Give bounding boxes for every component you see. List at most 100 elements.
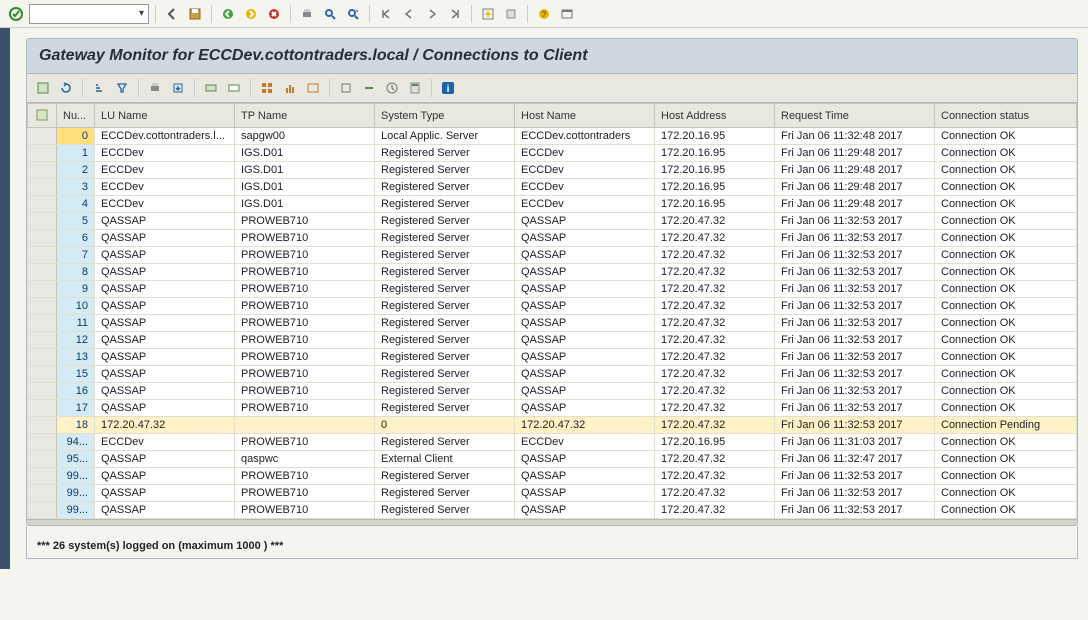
graphic-icon[interactable] [280, 78, 300, 98]
prev-page-icon[interactable] [399, 4, 419, 24]
find-next-icon[interactable] [343, 4, 363, 24]
cell-connection-status: Connection OK [935, 196, 1077, 213]
col-lu-name[interactable]: LU Name [95, 104, 235, 128]
table-row[interactable]: 7QASSAPPROWEB710Registered ServerQASSAP1… [28, 247, 1077, 264]
row-selector[interactable] [28, 196, 57, 213]
col-number[interactable]: Nu... [57, 104, 95, 128]
cell-lu-name: QASSAP [95, 230, 235, 247]
table-row[interactable]: 99...QASSAPPROWEB710Registered ServerQAS… [28, 468, 1077, 485]
filter-icon[interactable] [112, 78, 132, 98]
back-icon[interactable] [162, 4, 182, 24]
table-row[interactable]: 10QASSAPPROWEB710Registered ServerQASSAP… [28, 298, 1077, 315]
row-selector[interactable] [28, 315, 57, 332]
row-selector[interactable] [28, 213, 57, 230]
table-row[interactable]: 99...QASSAPPROWEB710Registered ServerQAS… [28, 485, 1077, 502]
col-host-address[interactable]: Host Address [655, 104, 775, 128]
export-icon[interactable] [168, 78, 188, 98]
row-selector[interactable] [28, 502, 57, 519]
table-row[interactable]: 9QASSAPPROWEB710Registered ServerQASSAP1… [28, 281, 1077, 298]
cell-lu-name: QASSAP [95, 502, 235, 519]
col-system-type[interactable]: System Type [375, 104, 515, 128]
create-shortcut-icon[interactable] [501, 4, 521, 24]
row-selector[interactable] [28, 281, 57, 298]
row-selector[interactable] [28, 366, 57, 383]
row-selector[interactable] [28, 247, 57, 264]
table-row[interactable]: 6QASSAPPROWEB710Registered ServerQASSAP1… [28, 230, 1077, 247]
table-row[interactable]: 1ECCDevIGS.D01Registered ServerECCDev172… [28, 145, 1077, 162]
info-icon[interactable]: i [438, 78, 458, 98]
table-row[interactable]: 5QASSAPPROWEB710Registered ServerQASSAP1… [28, 213, 1077, 230]
row-selector[interactable] [28, 349, 57, 366]
table-row[interactable]: 0ECCDev.cottontraders.l...sapgw00Local A… [28, 128, 1077, 145]
back-green-icon[interactable] [218, 4, 238, 24]
cancel-icon[interactable] [264, 4, 284, 24]
enter-icon[interactable] [6, 4, 26, 24]
toolbar-separator [82, 79, 83, 97]
row-selector[interactable] [28, 162, 57, 179]
col-connection-status[interactable]: Connection status [935, 104, 1077, 128]
table-row[interactable]: 8QASSAPPROWEB710Registered ServerQASSAP1… [28, 264, 1077, 281]
row-selector[interactable] [28, 298, 57, 315]
table-row[interactable]: 12QASSAPPROWEB710Registered ServerQASSAP… [28, 332, 1077, 349]
col-tp-name[interactable]: TP Name [235, 104, 375, 128]
row-selector[interactable] [28, 128, 57, 145]
table-row[interactable]: 2ECCDevIGS.D01Registered ServerECCDev172… [28, 162, 1077, 179]
last-page-icon[interactable] [445, 4, 465, 24]
cell-request-time: Fri Jan 06 11:32:53 2017 [775, 230, 935, 247]
find-icon[interactable] [320, 4, 340, 24]
row-selector[interactable] [28, 400, 57, 417]
layout-icon[interactable] [557, 4, 577, 24]
next-page-icon[interactable] [422, 4, 442, 24]
exit-icon[interactable] [241, 4, 261, 24]
table-row[interactable]: 18172.20.47.320172.20.47.32172.20.47.32F… [28, 417, 1077, 434]
print-icon[interactable] [297, 4, 317, 24]
table-row[interactable]: 4ECCDevIGS.D01Registered ServerECCDev172… [28, 196, 1077, 213]
cell-host-name: QASSAP [515, 451, 655, 468]
row-selector[interactable] [28, 145, 57, 162]
grid-view-icon[interactable] [257, 78, 277, 98]
row-selector[interactable] [28, 485, 57, 502]
help-icon[interactable]: ? [534, 4, 554, 24]
table-row[interactable]: 13QASSAPPROWEB710Registered ServerQASSAP… [28, 349, 1077, 366]
details-icon[interactable] [33, 78, 53, 98]
col-host-name[interactable]: Host Name [515, 104, 655, 128]
new-session-icon[interactable] [478, 4, 498, 24]
save-layout-icon[interactable] [224, 78, 244, 98]
row-selector[interactable] [28, 434, 57, 451]
transaction-code-input[interactable]: ▾ [29, 4, 149, 24]
table-row[interactable]: 17QASSAPPROWEB710Registered ServerQASSAP… [28, 400, 1077, 417]
first-page-icon[interactable] [376, 4, 396, 24]
calculator-icon[interactable] [405, 78, 425, 98]
table-row[interactable]: 95...QASSAPqaspwcExternal ClientQASSAP17… [28, 451, 1077, 468]
row-selector[interactable] [28, 264, 57, 281]
cell-request-time: Fri Jan 06 11:32:53 2017 [775, 383, 935, 400]
row-selector[interactable] [28, 383, 57, 400]
sort-asc-icon[interactable] [89, 78, 109, 98]
abc-analysis-icon[interactable] [303, 78, 323, 98]
table-row[interactable]: 16QASSAPPROWEB710Registered ServerQASSAP… [28, 383, 1077, 400]
row-selector[interactable] [28, 230, 57, 247]
selection-icon[interactable] [336, 78, 356, 98]
row-selector[interactable] [28, 332, 57, 349]
select-all-corner[interactable] [28, 104, 57, 128]
cell-number: 10 [57, 298, 95, 315]
cell-connection-status: Connection Pending [935, 417, 1077, 434]
table-row[interactable]: 11QASSAPPROWEB710Registered ServerQASSAP… [28, 315, 1077, 332]
connections-table[interactable]: Nu... LU Name TP Name System Type Host N… [27, 103, 1077, 519]
delete-row-icon[interactable] [359, 78, 379, 98]
save-icon[interactable] [185, 4, 205, 24]
refresh-icon[interactable] [56, 78, 76, 98]
table-row[interactable]: 94...ECCDevPROWEB710Registered ServerECC… [28, 434, 1077, 451]
choose-layout-icon[interactable] [201, 78, 221, 98]
row-selector[interactable] [28, 417, 57, 434]
col-request-time[interactable]: Request Time [775, 104, 935, 128]
table-row[interactable]: 99...QASSAPPROWEB710Registered ServerQAS… [28, 502, 1077, 519]
row-selector[interactable] [28, 179, 57, 196]
print-alv-icon[interactable] [145, 78, 165, 98]
row-selector[interactable] [28, 468, 57, 485]
table-row[interactable]: 15QASSAPPROWEB710Registered ServerQASSAP… [28, 366, 1077, 383]
cell-system-type: Registered Server [375, 264, 515, 281]
clock-icon[interactable] [382, 78, 402, 98]
table-row[interactable]: 3ECCDevIGS.D01Registered ServerECCDev172… [28, 179, 1077, 196]
row-selector[interactable] [28, 451, 57, 468]
